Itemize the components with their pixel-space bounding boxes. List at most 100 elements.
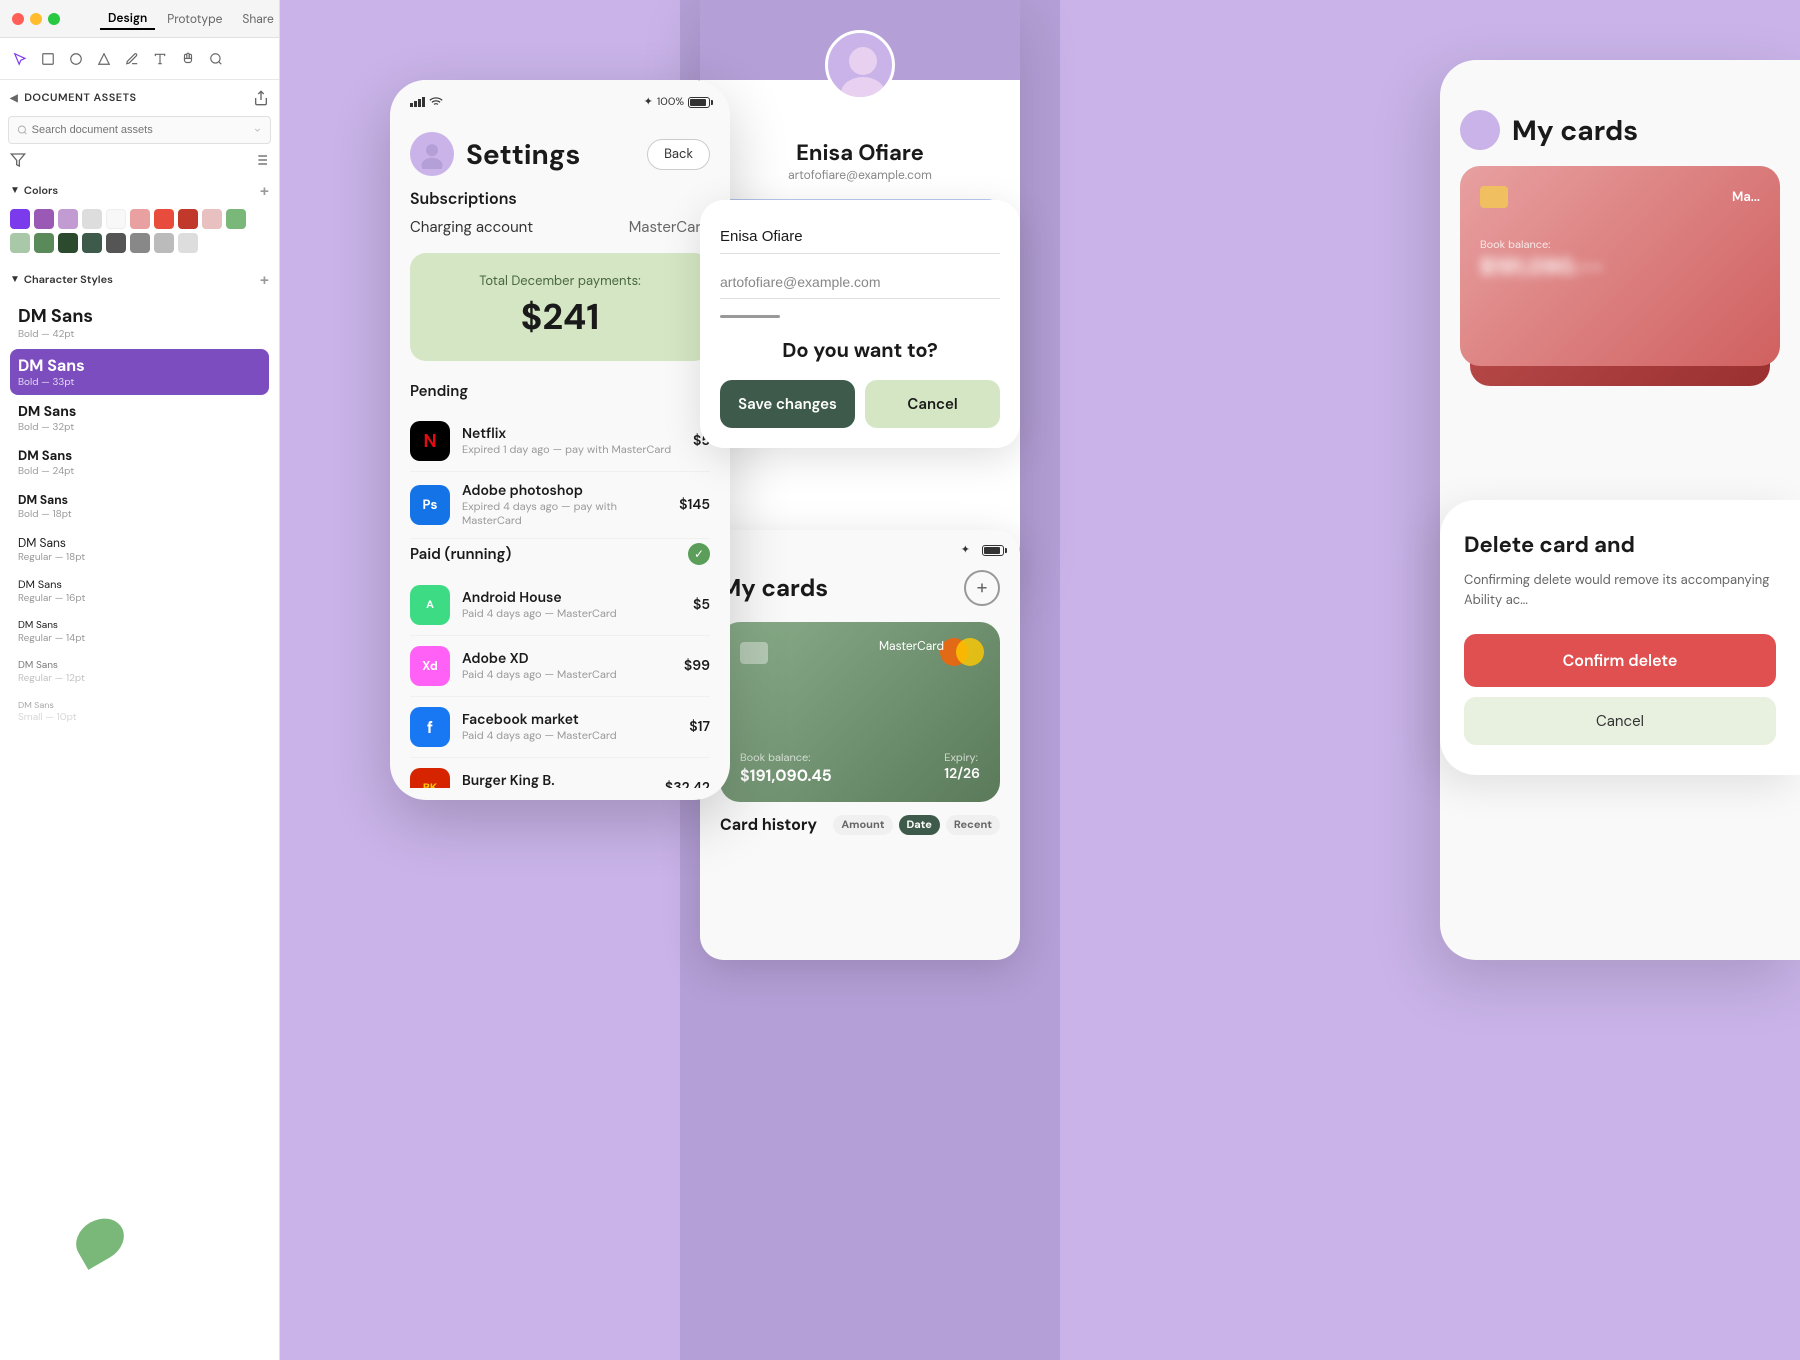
green-card: MasterCard Book balance: $191,090.45 Exp… [720, 622, 1000, 802]
swatch-green-light[interactable] [10, 233, 30, 253]
char-styles-section-header[interactable]: ▼ Character Styles + [0, 265, 279, 294]
char-style-8[interactable]: DM Sans Regular — 12pt [10, 653, 269, 691]
swatch-pink[interactable] [202, 209, 222, 229]
char-styles-label: Character Styles [24, 273, 113, 287]
minimize-dot[interactable] [30, 13, 42, 25]
char-style-6[interactable]: DM Sans Regular — 16pt [10, 572, 269, 611]
cancel-delete-button[interactable]: Cancel [1464, 697, 1776, 745]
filter-row [0, 152, 279, 176]
sub-item-burger: BK Burger King B. Paid 4 days ago — Mast… [410, 758, 710, 788]
confirm-delete-button[interactable]: Confirm delete [1464, 634, 1776, 687]
char-style-name-9: DM Sans [18, 699, 261, 711]
triangle-tool[interactable] [94, 49, 114, 69]
bluetooth-icon-b: ✦ [961, 543, 970, 557]
char-style-5[interactable]: DM Sans Regular — 18pt [10, 529, 269, 570]
facebook-icon: f [410, 707, 450, 747]
do-you-want-heading: Do you want to? [720, 338, 1000, 364]
char-style-name-1: DM Sans [18, 355, 261, 376]
chip-icon [1480, 186, 1508, 208]
swatch-light-gray[interactable] [178, 233, 198, 253]
swatch-red-dark[interactable] [178, 209, 198, 229]
swatch-green[interactable] [226, 209, 246, 229]
hand-tool[interactable] [178, 49, 198, 69]
char-style-9[interactable]: DM Sans Small — 10pt [10, 693, 269, 730]
signal-bar-4 [422, 97, 425, 107]
signal-bar-3 [418, 99, 421, 107]
cursor-tool[interactable] [10, 49, 30, 69]
edit-email-input[interactable] [720, 266, 1000, 299]
add-card-button[interactable]: + [964, 570, 1000, 606]
pen-tool[interactable] [122, 49, 142, 69]
logo-leaf [68, 1210, 131, 1270]
close-dot[interactable] [12, 13, 24, 25]
frame-tool[interactable] [38, 49, 58, 69]
swatch-gray-light[interactable] [82, 209, 102, 229]
hist-tab-date[interactable]: Date [899, 815, 940, 835]
char-style-0[interactable]: DM Sans Bold — 42pt [10, 298, 269, 347]
swatch-purple-dark[interactable] [10, 209, 30, 229]
share-icon[interactable] [253, 90, 269, 106]
maximize-dot[interactable] [48, 13, 60, 25]
swatch-purple-light[interactable] [58, 209, 78, 229]
hist-tab-amount[interactable]: Amount [833, 815, 892, 835]
search-tool[interactable] [206, 49, 226, 69]
text-tool[interactable] [150, 49, 170, 69]
filter-icon[interactable] [10, 152, 26, 168]
search-bar[interactable] [8, 116, 271, 144]
char-style-meta-5: Regular — 18pt [18, 551, 261, 564]
hist-tab-recent[interactable]: Recent [946, 815, 1000, 835]
card-balance-amount: $191,090.-- [1480, 252, 1760, 281]
mycards-avatar-img [1460, 110, 1500, 150]
circle-tool[interactable] [66, 49, 86, 69]
card-balance-amount-b: $191,090.45 [740, 765, 832, 786]
card-name-label: Ma... [1732, 189, 1760, 206]
swatch-gray-mid[interactable] [130, 233, 150, 253]
sub-item-android: A Android House Paid 4 days ago — Master… [410, 575, 710, 636]
swatch-coral[interactable] [130, 209, 150, 229]
colors-section-header[interactable]: ▼ Colors + [0, 176, 279, 205]
swatch-dark-green[interactable] [82, 233, 102, 253]
total-amount: $241 [430, 294, 690, 341]
swatch-forest[interactable] [58, 233, 78, 253]
save-changes-button[interactable]: Save changes [720, 380, 855, 428]
battery-tip [711, 100, 713, 105]
char-style-meta-3: Bold — 24pt [18, 465, 261, 478]
facebook-info: Facebook market Paid 4 days ago — Master… [462, 711, 689, 743]
char-style-1[interactable]: DM Sans Bold — 33pt [10, 349, 269, 395]
charging-label: Charging account [410, 217, 533, 237]
card-expiry-label: Expiry: [944, 751, 980, 765]
facebook-name: Facebook market [462, 711, 689, 729]
char-style-7[interactable]: DM Sans Regular — 14pt [10, 613, 269, 651]
swatch-white[interactable] [106, 209, 126, 229]
char-style-meta-1: Bold — 33pt [18, 376, 261, 389]
figma-tab-group: Design Prototype Share [100, 8, 282, 30]
netflix-meta: Expired 1 day ago — pay with MasterCard [462, 443, 693, 457]
dropdown-icon[interactable] [253, 125, 262, 135]
paid-running-label: Paid (running) [410, 544, 511, 564]
edit-name-input[interactable] [720, 220, 1000, 254]
char-style-3[interactable]: DM Sans Bold — 24pt [10, 442, 269, 484]
char-style-meta-7: Regular — 14pt [18, 632, 261, 645]
adobe-name: Adobe photoshop [462, 482, 679, 500]
swatch-charcoal[interactable] [106, 233, 126, 253]
delete-card-title: Delete card and [1464, 530, 1776, 559]
doc-assets-label: DOCUMENT ASSETS [24, 91, 136, 105]
xd-price: $99 [684, 657, 710, 675]
mycards-bottom-phone: ✦ My cards + MasterCard Book balance: $1… [700, 530, 1020, 960]
swatch-red[interactable] [154, 209, 174, 229]
char-style-2[interactable]: DM Sans Bold — 32pt [10, 397, 269, 440]
search-input[interactable] [32, 124, 249, 136]
cancel-button[interactable]: Cancel [865, 380, 1000, 428]
char-styles-add-button[interactable]: + [260, 269, 269, 290]
swatch-purple-mid[interactable] [34, 209, 54, 229]
tab-prototype[interactable]: Prototype [159, 9, 230, 29]
total-card: Total December payments: $241 [410, 253, 710, 361]
back-button[interactable]: Back [647, 139, 710, 170]
char-style-4[interactable]: DM Sans Bold — 18pt [10, 486, 269, 527]
tab-share[interactable]: Share [234, 9, 281, 29]
swatch-gray[interactable] [154, 233, 174, 253]
list-view-icon[interactable] [253, 152, 269, 168]
swatch-green-dark[interactable] [34, 233, 54, 253]
colors-add-button[interactable]: + [260, 180, 269, 201]
tab-design[interactable]: Design [100, 8, 155, 30]
